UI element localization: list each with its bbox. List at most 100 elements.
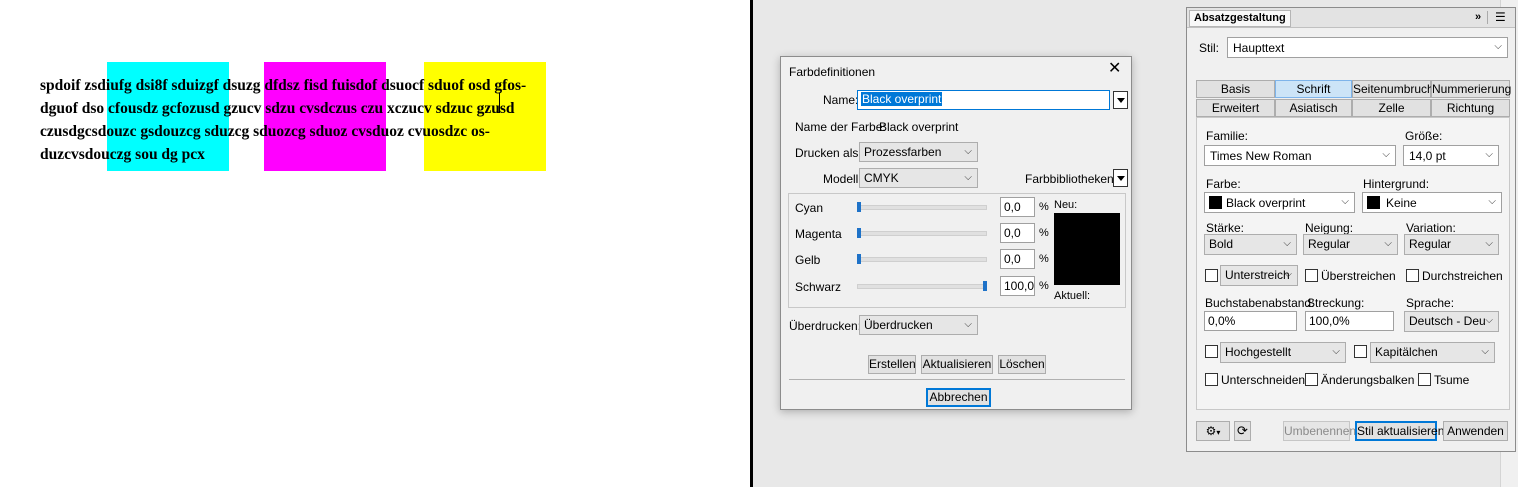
slant-label: Neigung: [1305, 221, 1354, 235]
underline-select[interactable]: Unterstreich ⌵ [1220, 265, 1298, 286]
apply-button[interactable]: Anwenden [1443, 421, 1508, 441]
color-definitions-dialog: Farbdefinitionen ✕ Name: Black overprint… [780, 56, 1132, 410]
yellow-slider[interactable] [857, 257, 987, 262]
cyan-slider[interactable] [857, 205, 987, 210]
libraries-label: Farbbibliotheken: [1025, 172, 1118, 186]
font-variation-select[interactable]: Regular ⌵ [1404, 234, 1499, 255]
style-select[interactable]: Haupttext ⌵ [1227, 37, 1508, 58]
rename-button[interactable]: Umbenennen [1283, 421, 1356, 441]
cancel-button[interactable]: Abbrechen [926, 388, 991, 407]
black-slider-thumb[interactable] [983, 281, 987, 291]
separator [789, 379, 1125, 380]
chevron-down-icon: ⌵ [1481, 346, 1489, 357]
text-line: spdoif zsdiufg dsi8f sduizgf dsuzg dfdsz… [40, 77, 527, 94]
tab-asiatisch[interactable]: Asiatisch [1275, 99, 1352, 117]
name-dropdown-icon[interactable] [1113, 91, 1128, 109]
tab-zelle[interactable]: Zelle [1352, 99, 1431, 117]
update-style-button[interactable]: Stil aktualisieren [1355, 421, 1444, 441]
font-weight-select[interactable]: Bold ⌵ [1204, 234, 1297, 255]
language-select[interactable]: Deutsch - Deu ⌵ [1404, 311, 1499, 332]
magenta-slider-thumb[interactable] [857, 228, 861, 238]
font-size-select[interactable]: 14,0 pt ⌵ [1403, 145, 1499, 166]
tab-basis[interactable]: Basis [1196, 80, 1275, 98]
channel-label: Gelb [795, 253, 821, 267]
text-line: czusdgcsdouzc gsdouzcg sduzcg sduozcg sd… [40, 123, 490, 140]
percent-unit: % [1039, 227, 1049, 239]
tab-richtung[interactable]: Richtung [1431, 99, 1510, 117]
settings-menu-button[interactable]: ⚙▾ [1196, 421, 1230, 441]
text-cursor [499, 93, 500, 113]
name-input[interactable]: Black overprint [857, 90, 1110, 110]
create-button[interactable]: Erstellen [868, 355, 916, 374]
delete-button[interactable]: Löschen [998, 355, 1046, 374]
tab-schrift[interactable]: Schrift [1275, 80, 1352, 98]
black-input[interactable]: 100,0 [1000, 276, 1035, 296]
font-slant-select[interactable]: Regular ⌵ [1303, 234, 1398, 255]
underline-checkbox[interactable] [1205, 269, 1218, 282]
percent-unit: % [1039, 253, 1049, 265]
tsume-checkbox[interactable] [1418, 373, 1431, 386]
yellow-slider-thumb[interactable] [857, 254, 861, 264]
libraries-dropdown-icon[interactable] [1113, 169, 1128, 187]
collapse-icon[interactable]: » [1475, 11, 1481, 23]
close-icon[interactable]: ✕ [1108, 61, 1121, 77]
smallcaps-select[interactable]: Kapitälchen ⌵ [1370, 342, 1495, 363]
background-swatch-icon [1367, 196, 1380, 209]
language-label: Sprache: [1406, 296, 1455, 310]
overline-checkbox[interactable] [1305, 269, 1318, 282]
document-text[interactable]: spdoif zsdiufg dsi8f sduizgf dsuzg dfdsz… [40, 74, 650, 166]
overline-label: Überstreichen [1321, 269, 1396, 283]
yellow-input[interactable]: 0,0 [1000, 249, 1035, 269]
tab-erweitert[interactable]: Erweitert [1196, 99, 1275, 117]
color-name-value: Black overprint [879, 120, 959, 134]
font-color-select[interactable]: Black overprint ⌵ [1204, 192, 1355, 213]
background-select[interactable]: Keine ⌵ [1362, 192, 1502, 213]
channel-label: Schwarz [795, 280, 842, 294]
document-canvas[interactable]: spdoif zsdiufg dsi8f sduizgf dsuzg dfdsz… [0, 0, 751, 487]
chevron-down-icon: ⌵ [1485, 315, 1493, 326]
changebar-checkbox[interactable] [1305, 373, 1318, 386]
color-label: Farbe: [1206, 177, 1241, 191]
chevron-down-icon: ⌵ [1382, 149, 1390, 160]
tracking-input[interactable]: 0,0% [1204, 311, 1297, 331]
update-button[interactable]: Aktualisieren [921, 355, 993, 374]
position-checkbox[interactable] [1205, 345, 1218, 358]
style-label: Stil: [1199, 41, 1220, 55]
text-line: duzcvsdouczg sou dg pcx [40, 146, 205, 163]
strikethrough-checkbox[interactable] [1406, 269, 1419, 282]
panel-tab[interactable]: Absatzgestaltung [1189, 10, 1291, 27]
percent-unit: % [1039, 280, 1049, 292]
black-slider[interactable] [857, 284, 987, 289]
chevron-down-icon: ⌵ [1485, 238, 1493, 249]
kerning-label: Unterschneiden [1221, 373, 1306, 387]
name-label: Name: [823, 93, 859, 107]
new-label: Neu: [1054, 199, 1078, 211]
tab-nummerierung[interactable]: Nummerierung [1431, 80, 1511, 98]
font-family-select[interactable]: Times New Roman ⌵ [1204, 145, 1396, 166]
cyan-slider-thumb[interactable] [857, 202, 861, 212]
chevron-down-icon: ⌵ [1488, 196, 1496, 207]
magenta-slider[interactable] [857, 231, 987, 236]
strikethrough-label: Durchstreichen [1422, 269, 1503, 283]
tracking-label: Buchstabenabstand: [1205, 296, 1315, 310]
color-preview [1054, 213, 1120, 285]
refresh-button[interactable]: ⟳ [1234, 421, 1251, 441]
magenta-input[interactable]: 0,0 [1000, 223, 1035, 243]
variation-label: Variation: [1406, 221, 1456, 235]
overprint-select[interactable]: Überdrucken ⌵ [859, 315, 978, 335]
paragraph-format-panel: Absatzgestaltung » ☰ Stil: Haupttext ⌵ Ba… [1186, 7, 1516, 452]
model-label: Modell: [823, 172, 862, 186]
model-select[interactable]: CMYK ⌵ [859, 168, 978, 188]
tab-seitenumbruch[interactable]: Seitenumbruch [1352, 80, 1434, 98]
weight-label: Stärke: [1206, 221, 1245, 235]
panel-menu-icon[interactable]: ☰ [1495, 10, 1506, 24]
smallcaps-checkbox[interactable] [1354, 345, 1367, 358]
chevron-down-icon: ⌵ [964, 319, 972, 330]
gear-icon: ⚙ [1205, 424, 1217, 438]
chevron-down-icon: ⌵ [1384, 238, 1392, 249]
kerning-checkbox[interactable] [1205, 373, 1218, 386]
cyan-input[interactable]: 0,0 [1000, 197, 1035, 217]
stretch-input[interactable]: 100,0% [1305, 311, 1394, 331]
print-as-select[interactable]: Prozessfarben ⌵ [859, 142, 978, 162]
position-select[interactable]: Hochgestellt ⌵ [1220, 342, 1346, 363]
